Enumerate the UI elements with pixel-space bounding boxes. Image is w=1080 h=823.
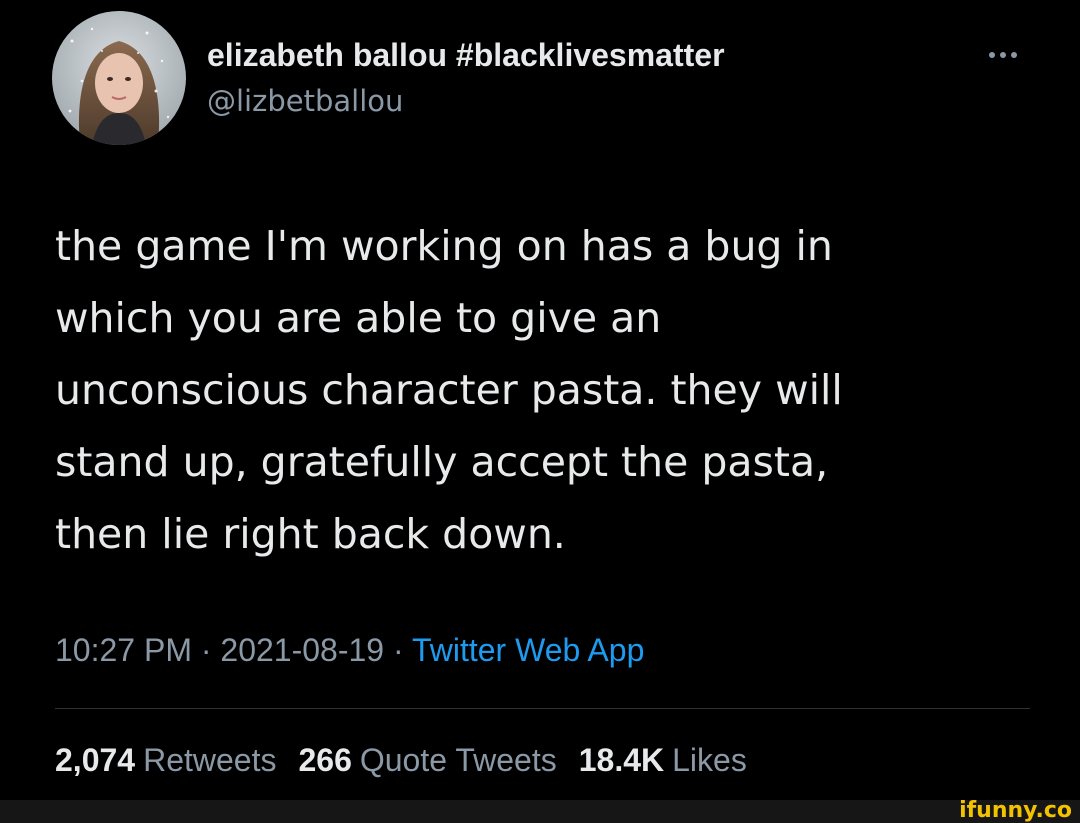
tweet-source-link[interactable]: Twitter Web App xyxy=(412,632,644,668)
divider xyxy=(55,708,1030,709)
avatar[interactable] xyxy=(52,11,186,145)
quote-tweets-count: 266 xyxy=(298,742,352,778)
avatar-photo xyxy=(52,11,186,145)
retweets-label: Retweets xyxy=(143,742,277,778)
quote-tweets-label: Quote Tweets xyxy=(359,742,557,778)
likes-stat[interactable]: 18.4K Likes xyxy=(579,742,747,779)
likes-count: 18.4K xyxy=(578,742,665,778)
tweet-time[interactable]: 10:27 PM xyxy=(55,632,192,668)
quote-tweets-stat[interactable]: 266 Quote Tweets xyxy=(298,742,556,779)
tweet-meta: 10:27 PM · 2021-08-19 · Twitter Web App xyxy=(55,632,644,669)
author-handle[interactable]: @lizbetballou xyxy=(207,84,403,118)
more-horizontal-icon xyxy=(1011,52,1017,58)
meta-separator: · xyxy=(392,632,404,668)
more-options-button[interactable] xyxy=(978,45,1028,65)
tweet-stats: 2,074 Retweets 266 Quote Tweets 18.4K Likes xyxy=(55,742,747,779)
ifunny-watermark: ifunny.co xyxy=(959,798,1072,823)
likes-label: Likes xyxy=(672,742,747,778)
retweets-count: 2,074 xyxy=(55,742,136,778)
more-horizontal-icon xyxy=(989,52,995,58)
meta-separator: · xyxy=(200,632,212,668)
tweet-card: elizabeth ballou #blacklivesmatter @lizb… xyxy=(0,0,1080,800)
watermark-bar: ifunny.co xyxy=(0,798,1080,823)
retweets-stat[interactable]: 2,074 Retweets xyxy=(55,742,276,779)
tweet-text: the game I'm working on has a bug in whi… xyxy=(55,222,843,558)
author-name[interactable]: elizabeth ballou #blacklivesmatter xyxy=(207,37,725,74)
tweet-date[interactable]: 2021-08-19 xyxy=(220,632,384,668)
more-horizontal-icon xyxy=(1000,52,1006,58)
